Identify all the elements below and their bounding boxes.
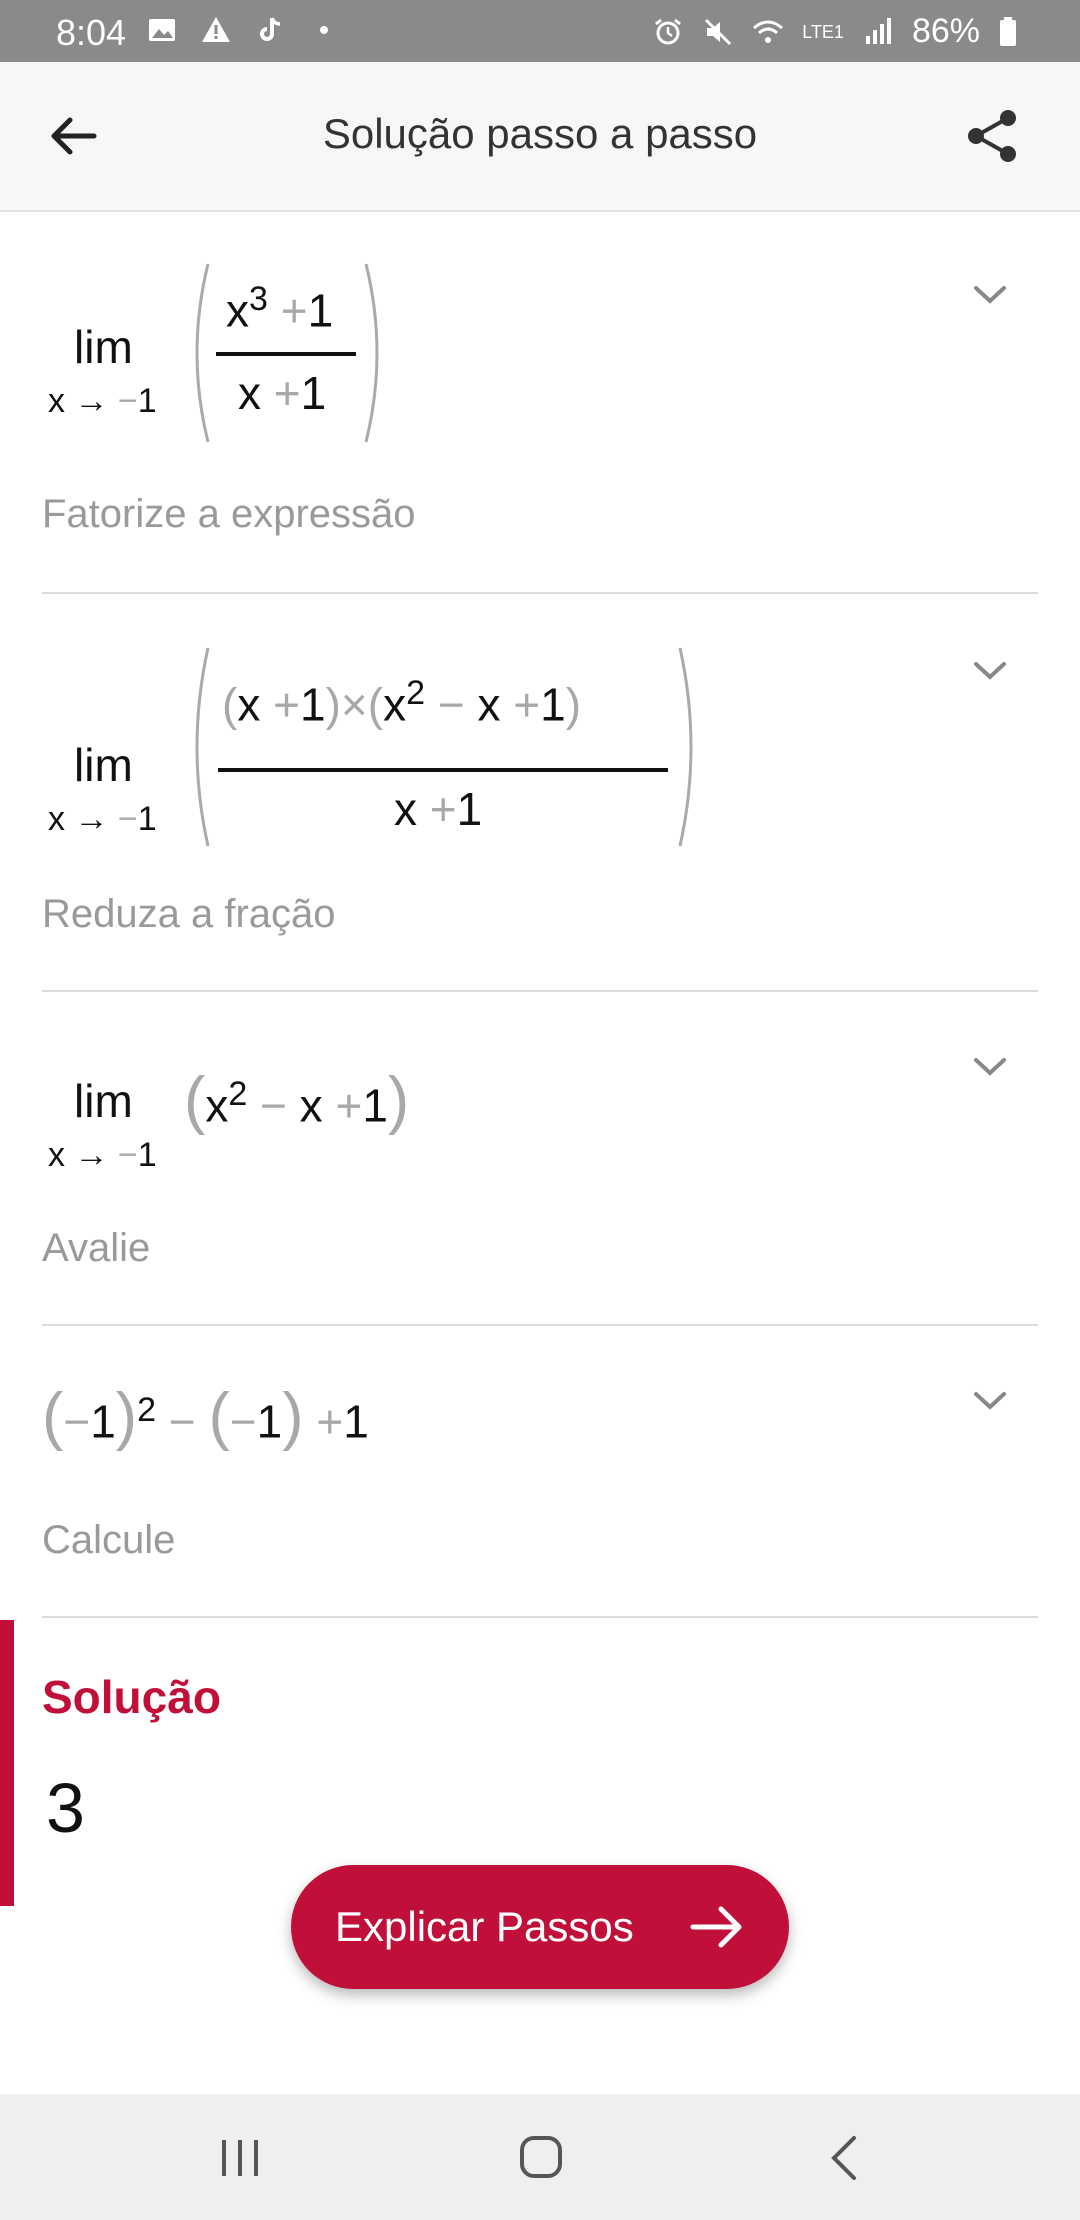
explain-steps-label: Explicar Passos bbox=[335, 1903, 634, 1950]
warning-icon bbox=[202, 17, 230, 42]
gallery-icon bbox=[149, 19, 175, 41]
system-back-icon[interactable] bbox=[826, 2134, 862, 2182]
right-paren bbox=[364, 263, 379, 443]
lim-subscript: x → −1 bbox=[48, 800, 157, 838]
fraction-bar bbox=[218, 768, 668, 772]
arrow-right-icon bbox=[690, 1906, 742, 1948]
step-description: Calcule bbox=[42, 1518, 176, 1562]
step-1-expression: lim x → −1 x3 +1 x +1 bbox=[42, 260, 542, 460]
status-right-icons: LTE1 86% bbox=[652, 12, 1018, 51]
step-description: Reduza a fração bbox=[42, 892, 336, 936]
fraction-bar bbox=[216, 352, 356, 356]
solution-accent-bar bbox=[0, 1620, 14, 1906]
mute-icon bbox=[705, 18, 732, 45]
lim-subscript: x → −1 bbox=[48, 382, 157, 420]
divider bbox=[42, 1616, 1038, 1618]
chevron-down-icon[interactable] bbox=[970, 274, 1010, 314]
calculation-expression: (−1)2 − (−1) +1 bbox=[42, 1379, 369, 1452]
step-2-expression: lim x → −1 (x +1)×(x2 − x +1) x +1 bbox=[42, 644, 742, 854]
battery-percent: 86% bbox=[911, 12, 980, 50]
signal-icon bbox=[865, 17, 891, 44]
step-description: Fatorize a expressão bbox=[42, 492, 416, 536]
lim-subscript: x → −1 bbox=[48, 1136, 157, 1174]
numerator: x3 +1 bbox=[226, 280, 334, 337]
network-label: LTE1 bbox=[802, 21, 844, 42]
wifi-icon bbox=[753, 20, 784, 43]
page-title: Solução passo a passo bbox=[322, 110, 758, 157]
dot-icon bbox=[320, 26, 328, 34]
status-left-icons bbox=[146, 14, 340, 46]
outer-left-paren bbox=[195, 647, 210, 847]
home-icon[interactable] bbox=[518, 2134, 564, 2180]
status-bar: 8:04 LTE1 86% bbox=[0, 0, 1080, 62]
step-4-expression: (−1)2 − (−1) +1 bbox=[42, 1360, 542, 1470]
step-1[interactable]: lim x → −1 x3 +1 x +1 Fatorize a express… bbox=[42, 212, 1038, 594]
recents-icon[interactable] bbox=[218, 2138, 262, 2178]
numerator: (x +1)×(x2 − x +1) bbox=[222, 674, 582, 731]
step-2[interactable]: lim x → −1 (x +1)×(x2 − x +1) x +1 Reduz… bbox=[42, 594, 1038, 992]
alarm-icon bbox=[655, 18, 682, 44]
share-icon[interactable] bbox=[960, 104, 1024, 168]
status-time: 8:04 bbox=[56, 12, 127, 53]
explain-steps-button[interactable]: Explicar Passos bbox=[291, 1865, 789, 1989]
outer-right-paren bbox=[678, 647, 693, 847]
denominator: x +1 bbox=[238, 367, 327, 419]
tiktok-icon bbox=[260, 17, 281, 41]
solution-title: Solução bbox=[42, 1671, 221, 1723]
lim-label: lim bbox=[74, 1075, 133, 1127]
lim-label: lim bbox=[74, 321, 133, 373]
step-description: Avalie bbox=[42, 1226, 151, 1270]
battery-icon bbox=[1000, 16, 1016, 46]
step-3-expression: lim x → −1 (x2 − x +1) bbox=[42, 1040, 542, 1190]
lim-label: lim bbox=[74, 739, 133, 791]
chevron-down-icon[interactable] bbox=[970, 1380, 1010, 1420]
chevron-down-icon[interactable] bbox=[970, 1046, 1010, 1086]
app-bar: Solução passo a passo bbox=[0, 62, 1080, 212]
evaluated-expression: (x2 − x +1) bbox=[184, 1063, 410, 1136]
system-nav-bar bbox=[0, 2094, 1080, 2220]
step-4[interactable]: (−1)2 − (−1) +1 Calcule bbox=[42, 1326, 1038, 1618]
chevron-down-icon[interactable] bbox=[970, 650, 1010, 690]
solution-value: 3 bbox=[46, 1769, 85, 1847]
step-3[interactable]: lim x → −1 (x2 − x +1) Avalie bbox=[42, 992, 1038, 1326]
denominator: x +1 bbox=[394, 783, 483, 835]
left-paren bbox=[195, 263, 210, 443]
